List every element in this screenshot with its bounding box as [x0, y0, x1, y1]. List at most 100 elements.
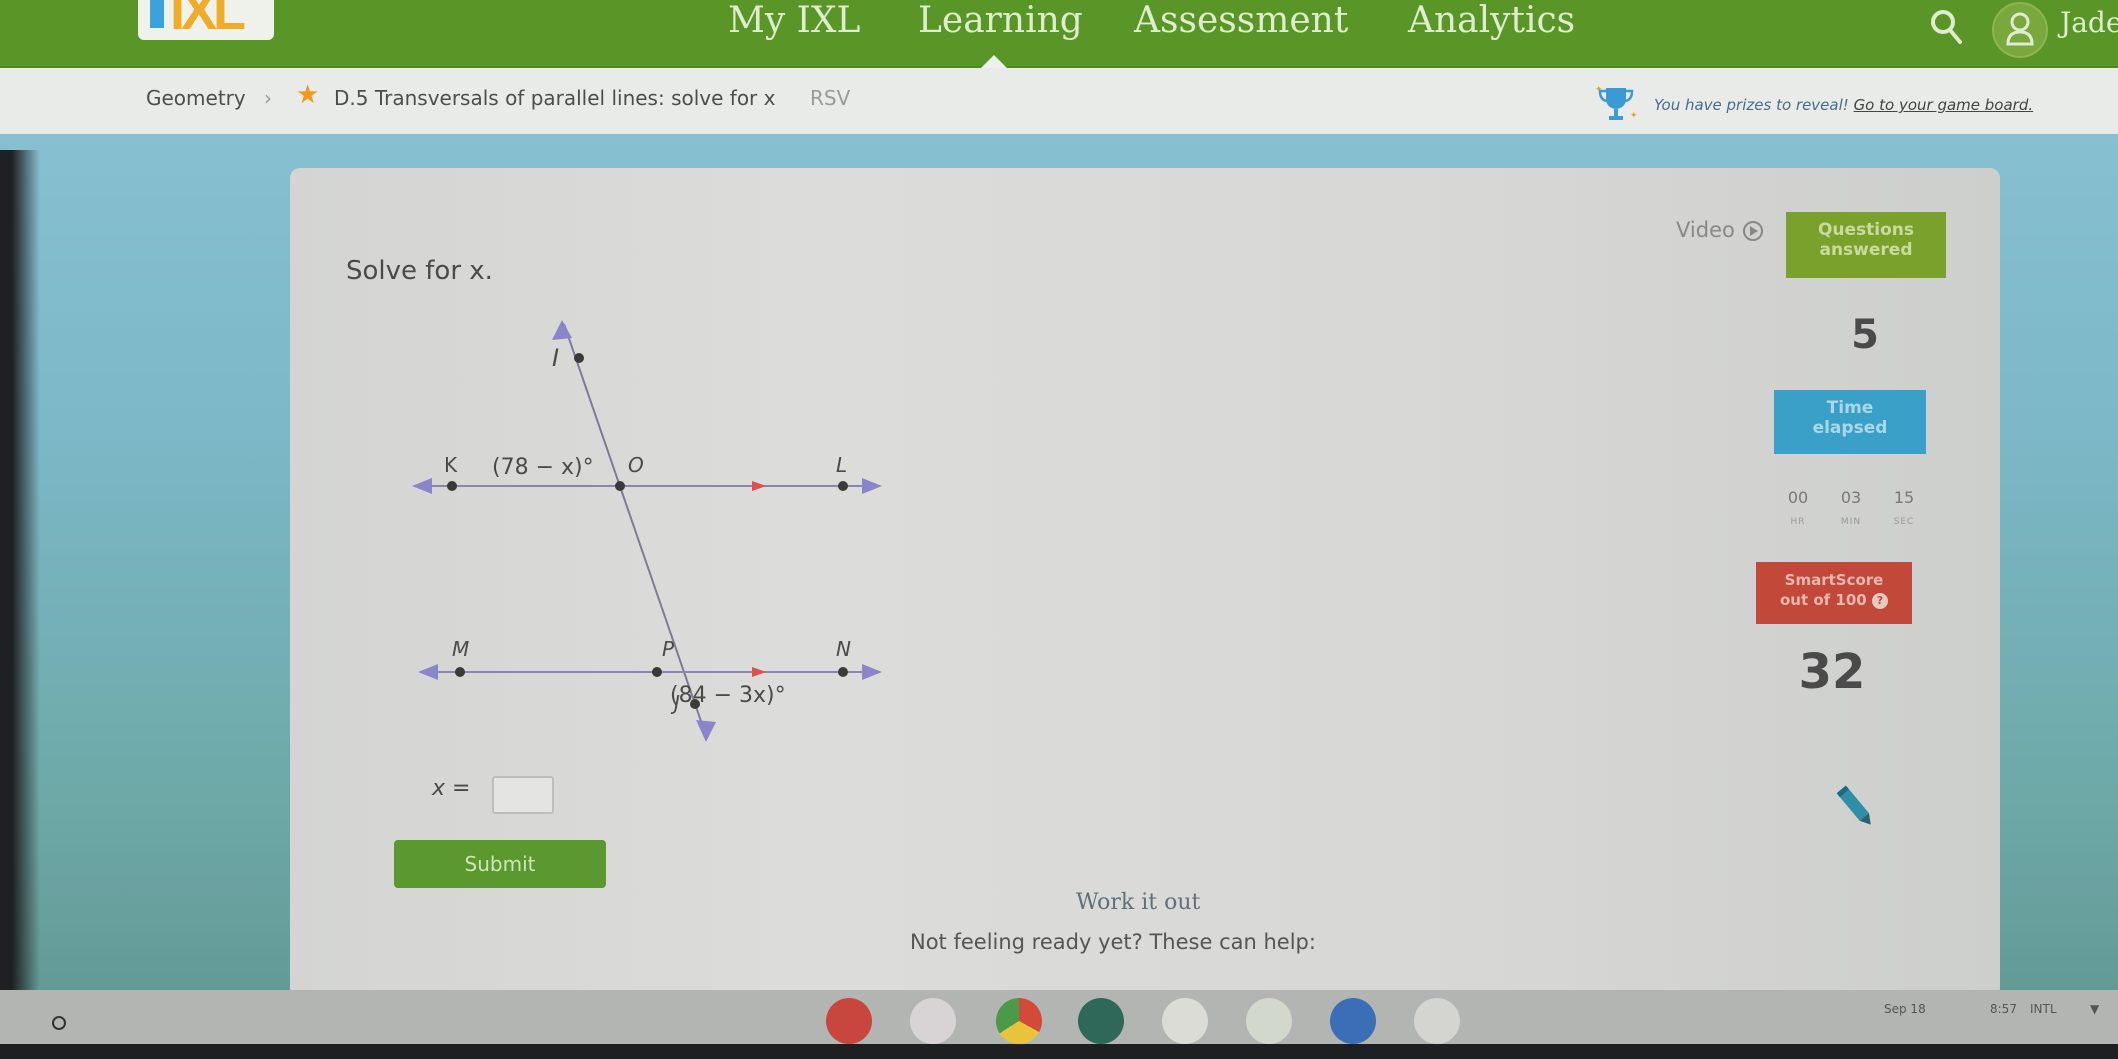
screen-bezel-left: [0, 150, 40, 1059]
skill-code: RSV: [810, 86, 851, 110]
video-link[interactable]: Video: [1676, 218, 1764, 242]
user-name[interactable]: Jaden: [2060, 6, 2118, 39]
timer-minutes: 03 MIN: [1829, 488, 1873, 527]
answer-label: x =: [432, 776, 471, 801]
transversal-diagram: I K O L M P N J (78 − x)° (84 − 3x)°: [412, 320, 882, 742]
top-nav: IXL My IXL Learning Assessment Analytics…: [0, 0, 2118, 68]
tray-date[interactable]: Sep 18: [1884, 1002, 1926, 1016]
parallel-mark-top: [752, 481, 766, 491]
line-kl-arrow-left: [412, 478, 432, 494]
smartscore-label-2: out of 100: [1780, 591, 1867, 609]
label-l: L: [836, 453, 847, 477]
smartscore-label-1: SmartScore: [1784, 571, 1884, 589]
label-i: I: [552, 344, 559, 372]
time-label-2: elapsed: [1812, 418, 1888, 438]
line-mn-arrow-left: [418, 664, 438, 680]
nav-assessment[interactable]: Assessment: [1134, 0, 1348, 44]
timer-hours-unit: HR: [1790, 517, 1806, 527]
nav-my-ixl[interactable]: My IXL: [728, 0, 860, 44]
video-label: Video: [1676, 218, 1735, 242]
questions-label-2: answered: [1819, 240, 1913, 260]
point-p: [652, 667, 662, 677]
wifi-icon[interactable]: ▼: [2090, 1002, 2099, 1016]
screen-bezel-bottom: [0, 1044, 2118, 1059]
line-kl-arrow-right: [862, 478, 882, 494]
svg-text:✦: ✦: [1595, 85, 1603, 95]
app-icon-dots[interactable]: [1162, 998, 1208, 1044]
nav-analytics[interactable]: Analytics: [1408, 0, 1575, 44]
point-n: [838, 667, 848, 677]
nav-learning[interactable]: Learning: [918, 0, 1083, 44]
questions-answered-header: Questions answered: [1786, 212, 1946, 278]
os-shelf: [0, 990, 2118, 1044]
label-o: O: [628, 453, 644, 477]
breadcrumb-skill: D.5 Transversals of parallel lines: solv…: [334, 86, 776, 110]
prize-text: You have prizes to reveal!: [1654, 96, 1849, 114]
tray-locale[interactable]: INTL: [2030, 1002, 2057, 1016]
breadcrumb-subject[interactable]: Geometry: [146, 86, 246, 110]
app-icon-people[interactable]: [1414, 998, 1460, 1044]
submit-button[interactable]: Submit: [394, 840, 606, 888]
prize-notice: You have prizes to reveal! Go to your ga…: [1654, 96, 2033, 114]
angle-label-bottom: (84 − 3x)°: [670, 683, 786, 708]
timer-minutes-value: 03: [1840, 488, 1862, 507]
transversal-arrow-top: [552, 320, 572, 340]
timer-hours-value: 00: [1787, 488, 1809, 507]
label-p: P: [662, 637, 675, 661]
point-i: [574, 353, 584, 363]
logo-bar: [150, 0, 164, 28]
screen: IXL My IXL Learning Assessment Analytics…: [0, 0, 2118, 1059]
label-m: M: [452, 637, 469, 661]
question-prompt: Solve for x.: [346, 256, 493, 286]
elapsed-timer: 00 HR 03 MIN 15 SEC: [1776, 488, 1926, 527]
timer-seconds-value: 15: [1893, 488, 1915, 507]
play-icon: [1742, 221, 1763, 241]
work-it-out-heading: Work it out: [1076, 890, 1201, 915]
star-icon: ★: [296, 80, 320, 110]
line-mn-arrow-right: [862, 664, 882, 680]
search-icon[interactable]: [1928, 6, 1964, 46]
timer-seconds-unit: SEC: [1893, 517, 1915, 527]
time-label-1: Time: [1826, 398, 1874, 418]
launcher-icon[interactable]: [52, 1016, 66, 1030]
smartscore-header: SmartScore out of 100 ?: [1756, 562, 1912, 624]
label-k: K: [444, 453, 458, 477]
timer-seconds: 15 SEC: [1882, 488, 1926, 527]
point-o: [615, 481, 625, 491]
breadcrumb-separator: ›: [264, 86, 272, 110]
app-icon-red[interactable]: [826, 998, 872, 1044]
app-icon-key[interactable]: [1246, 998, 1292, 1044]
tray-time[interactable]: 8:57: [1990, 1002, 2017, 1016]
help-icon[interactable]: ?: [1871, 592, 1888, 609]
timer-minutes-unit: MIN: [1840, 517, 1862, 527]
timer-hours: 00 HR: [1776, 488, 1820, 527]
questions-label-1: Questions: [1817, 220, 1915, 240]
user-avatar[interactable]: [1992, 2, 2048, 58]
trophy-icon[interactable]: ✦ ✦: [1594, 84, 1638, 124]
label-n: N: [836, 637, 851, 661]
point-l: [838, 481, 848, 491]
smartscore-label-2-row: out of 100 ?: [1756, 590, 1912, 610]
time-elapsed-header: Time elapsed: [1774, 390, 1926, 454]
app-icon-camera[interactable]: [1330, 998, 1376, 1044]
svg-text:✦: ✦: [1630, 111, 1638, 121]
game-board-link[interactable]: Go to your game board.: [1854, 96, 2034, 114]
not-ready-text: Not feeling ready yet? These can help:: [910, 930, 1316, 954]
point-k: [447, 481, 457, 491]
transversal-line: [563, 323, 705, 731]
pencil-icon[interactable]: [1836, 782, 1876, 832]
user-icon: [2006, 12, 2034, 46]
app-icon-photo[interactable]: [910, 998, 956, 1044]
parallel-mark-bottom: [752, 667, 766, 677]
app-icon-classroom[interactable]: [1078, 998, 1124, 1044]
logo-text: IXL: [170, 0, 246, 40]
questions-answered-count: 5: [1851, 312, 1879, 358]
ixl-logo[interactable]: IXL: [138, 0, 274, 40]
active-nav-indicator: [980, 55, 1008, 69]
chrome-icon[interactable]: [996, 998, 1042, 1044]
point-m: [455, 667, 465, 677]
smartscore-value: 32: [1798, 644, 1866, 700]
answer-input[interactable]: [492, 776, 554, 814]
transversal-arrow-bottom: [696, 720, 716, 742]
angle-label-top: (78 − x)°: [492, 455, 594, 480]
